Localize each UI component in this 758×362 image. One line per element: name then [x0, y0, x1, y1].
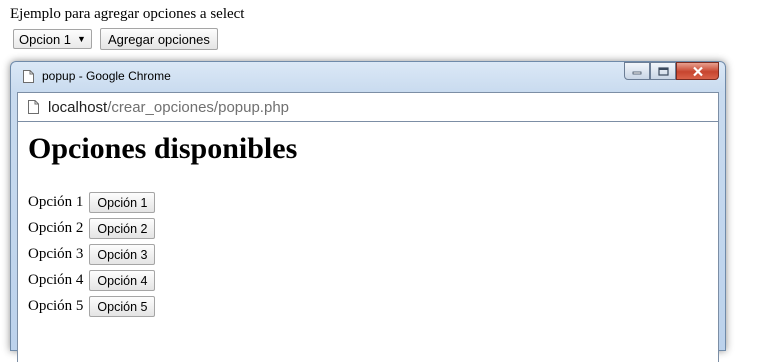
option-row: Opción 3 Opción 3	[28, 244, 156, 265]
option-row: Opción 5 Opción 5	[28, 296, 156, 317]
option-button[interactable]: Opción 1	[89, 192, 156, 213]
popup-title: popup - Google Chrome	[42, 69, 171, 83]
top-controls: Opcion 1 ▼ Agregar opciones	[13, 28, 218, 50]
page-intro-text: Ejemplo para agregar opciones a select	[10, 6, 245, 22]
document-icon	[28, 100, 40, 114]
option-label: Opción 1	[28, 194, 84, 210]
option-label: Opción 2	[28, 220, 84, 236]
option-label: Opción 5	[28, 298, 84, 314]
popup-page: Opciones disponibles Opción 1 Opción 1 O…	[17, 122, 719, 362]
window-controls	[624, 62, 719, 80]
add-options-button[interactable]: Agregar opciones	[99, 28, 218, 50]
address-bar[interactable]: localhost/crear_opciones/popup.php	[17, 92, 719, 122]
close-icon[interactable]	[676, 62, 719, 80]
page-title: Opciones disponibles	[28, 132, 298, 165]
option-button[interactable]: Opción 5	[89, 296, 156, 317]
option-row: Opción 4 Opción 4	[28, 270, 156, 291]
document-icon	[23, 69, 34, 83]
maximize-icon[interactable]	[650, 62, 676, 80]
option-row: Opción 1 Opción 1	[28, 192, 156, 213]
minimize-icon[interactable]	[624, 62, 650, 80]
chevron-down-icon: ▼	[77, 34, 86, 44]
option-label: Opción 4	[28, 272, 84, 288]
option-button[interactable]: Opción 3	[89, 244, 156, 265]
option-row: Opción 2 Opción 2	[28, 218, 156, 239]
url-host: localhost	[48, 98, 108, 116]
option-button[interactable]: Opción 4	[89, 270, 156, 291]
option-button[interactable]: Opción 2	[89, 218, 156, 239]
select-value: Opcion 1	[19, 31, 72, 47]
url-path: /crear_opciones/popup.php	[107, 98, 290, 116]
popup-titlebar: popup - Google Chrome	[23, 69, 171, 83]
options-select[interactable]: Opcion 1 ▼	[13, 29, 92, 49]
option-label: Opción 3	[28, 246, 84, 262]
popup-window: popup - Google Chrome localhost/crear_op…	[10, 61, 726, 362]
